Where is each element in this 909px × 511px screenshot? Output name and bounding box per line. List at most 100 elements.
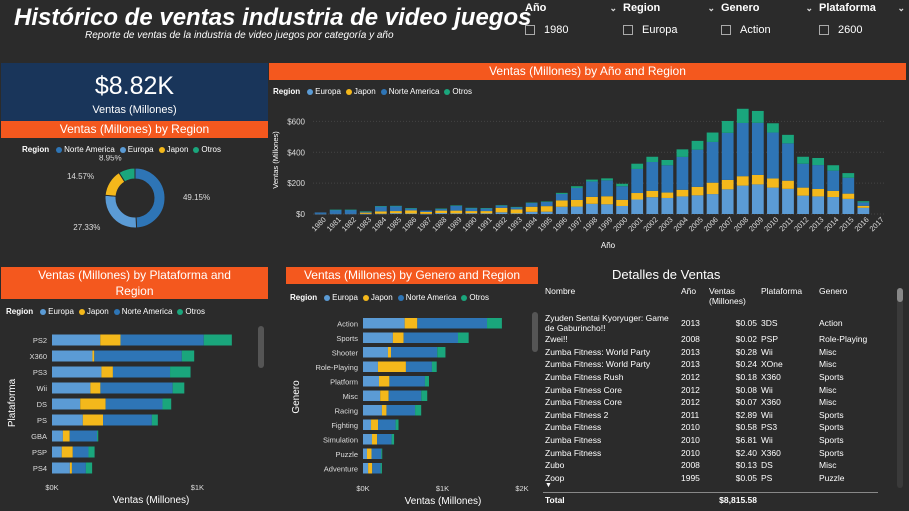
table-row[interactable]: Zumba Fitness 2 2011 $2.89 Wii Sports: [543, 409, 877, 422]
bar-norte-america: [372, 463, 381, 474]
table-cell: 2013: [681, 318, 700, 328]
table-row[interactable]: Zumba Fitness: World Party 2013 $0.28 Wii Mi…: [543, 346, 877, 359]
x-tick-label: 1985: [385, 215, 403, 233]
bar-japon: [366, 448, 372, 459]
col-header-ventas[interactable]: Ventas (Millones): [707, 286, 759, 313]
legend-dot: [397, 294, 404, 301]
table-row[interactable]: Zyuden Sentai Kyoryuger: Game de Gaburin…: [543, 313, 877, 333]
col-header-plataforma[interactable]: Plataforma: [759, 286, 817, 313]
chevron-down-icon[interactable]: ⌄: [707, 3, 715, 14]
x-tick-label: 2001: [626, 215, 644, 233]
table-row[interactable]: Zumba Fitness Rush 2012 $0.18 X360 Sports: [543, 371, 877, 384]
bar-japon: [586, 196, 598, 204]
x-tick-label: 2014: [822, 215, 840, 233]
table-row[interactable]: Zumba Fitness 2010 $0.58 PS3 Sports: [543, 421, 877, 434]
slicer-genre-option[interactable]: Action: [740, 24, 771, 36]
x-tick-label: 2013: [807, 215, 825, 233]
table-cell: 2008: [681, 460, 700, 471]
bar-europa: [363, 376, 379, 387]
legend-dot: [56, 146, 63, 153]
bar-norte-america: [405, 208, 417, 211]
slicer-platform-checkbox[interactable]: [819, 25, 829, 35]
platform-scrollbar[interactable]: [258, 326, 264, 368]
table-cell: Sports: [819, 409, 844, 420]
slicer-year-checkbox[interactable]: [525, 25, 535, 35]
bar-europa: [540, 211, 553, 214]
bar-europa: [857, 207, 870, 214]
table-row[interactable]: Zwei!! 2008 $0.02 PSP Role-Playing: [543, 333, 877, 346]
bar-otros: [540, 201, 553, 203]
x-tick-label: 1987: [415, 215, 433, 233]
y-tick-label: PS3: [33, 368, 47, 377]
bar-europa: [52, 398, 81, 410]
bar-norte-america: [378, 419, 396, 430]
slicer-region-checkbox[interactable]: [623, 25, 633, 35]
table-row[interactable]: Zumba Fitness Core 2012 $0.07 X360 Misc: [543, 396, 877, 409]
legend-item: Europa: [119, 145, 154, 154]
bar-otros: [85, 462, 93, 474]
genre-chart[interactable]: Action Sports Shooter Role-Playing Platform M…: [286, 305, 532, 508]
x-tick-label: 2016: [853, 215, 871, 233]
table-cell: $0.02: [735, 334, 757, 345]
bar-norte-america: [510, 207, 523, 210]
legend-dot: [177, 308, 184, 315]
slicer-region[interactable]: Region ⌄ Europa: [623, 2, 715, 36]
bar-norte-america: [631, 168, 644, 194]
x-tick-label: 1981: [325, 215, 343, 233]
bar-norte-america: [403, 332, 459, 343]
col-header-genero[interactable]: Genero: [817, 286, 877, 313]
y-tick-label: Sports: [336, 334, 358, 343]
table-cell: $0.07: [735, 397, 757, 408]
table-row[interactable]: Zumba Fitness: World Party 2013 $0.24 XOne M…: [543, 358, 877, 371]
kpi-card: $8.82K Ventas (Millones): [1, 63, 268, 121]
table-cell: Zumba Fitness Core: [545, 397, 622, 408]
bar-europa: [314, 213, 327, 215]
slicer-region-option[interactable]: Europa: [642, 24, 677, 36]
bar-japon: [435, 210, 448, 214]
legend-dot: [193, 146, 200, 153]
bar-otros: [525, 202, 538, 204]
bar-japon: [371, 434, 378, 445]
slicer-genre-checkbox[interactable]: [721, 25, 731, 35]
bar-norte-america: [721, 132, 734, 180]
donut-slice-norte-america: [134, 167, 166, 229]
donut-chart[interactable]: 49.15% 27.33% 14.57% 8.95%: [40, 155, 260, 235]
sort-arrow-icon[interactable]: ▼: [545, 482, 878, 489]
details-table[interactable]: Nombre Año Ventas (Millones) Plataforma …: [543, 286, 878, 489]
x-tick-label: 1993: [506, 215, 524, 233]
legend-label: Otros: [452, 87, 472, 96]
slicer-year[interactable]: Año ⌄ 1980: [525, 2, 617, 36]
chevron-down-icon[interactable]: ⌄: [897, 3, 905, 14]
slicer-platform-option[interactable]: 2600: [838, 24, 862, 36]
bar-otros: [586, 179, 598, 182]
y-axis-title: Ventas (Millones): [271, 131, 280, 189]
details-scrollbar-thumb[interactable]: [897, 288, 903, 302]
bar-otros: [510, 206, 523, 208]
table-row[interactable]: Zubo 2008 $0.13 DS Misc: [543, 459, 877, 472]
table-row[interactable]: Zumba Fitness 2010 $6.81 Wii Sports: [543, 434, 877, 447]
chevron-down-icon[interactable]: ⌄: [805, 3, 813, 14]
genre-scrollbar[interactable]: [532, 312, 538, 352]
slicer-platform[interactable]: Plataforma ⌄ 2600: [819, 2, 905, 36]
col-header-nombre[interactable]: Nombre: [543, 286, 679, 313]
chevron-down-icon[interactable]: ⌄: [609, 3, 617, 14]
table-header-row: Nombre Año Ventas (Millones) Plataforma …: [543, 286, 877, 313]
table-row[interactable]: Zumba Fitness 2010 $2.40 X360 Sports: [543, 446, 877, 459]
slicer-year-option[interactable]: 1980: [544, 24, 568, 36]
yearly-chart[interactable]: $0$200$400$60019801981198219831984198519…: [269, 98, 906, 255]
legend-label: Norte America: [388, 87, 440, 96]
x-tick-label: $0K: [356, 484, 369, 493]
y-tick-label: Wii: [37, 384, 48, 393]
legend-label: Norte America: [121, 307, 173, 316]
col-header-anio[interactable]: Año: [679, 286, 707, 313]
bar-europa: [363, 419, 372, 430]
details-scrollbar-track[interactable]: [897, 288, 903, 488]
platform-chart[interactable]: PS2 X360 PS3 Wii DS PS GBA PSP PS4 $0K $1KVentas (…: [1, 318, 256, 508]
bar-japon: [465, 211, 478, 214]
table-cell: 2012: [681, 384, 700, 395]
slicer-genre[interactable]: Genero ⌄ Action: [721, 2, 813, 36]
bar-otros: [616, 183, 628, 187]
kpi-label: Ventas (Millones): [92, 104, 177, 116]
table-row[interactable]: Zumba Fitness Core 2012 $0.08 Wii Misc: [543, 383, 877, 396]
bar-europa: [571, 206, 583, 214]
